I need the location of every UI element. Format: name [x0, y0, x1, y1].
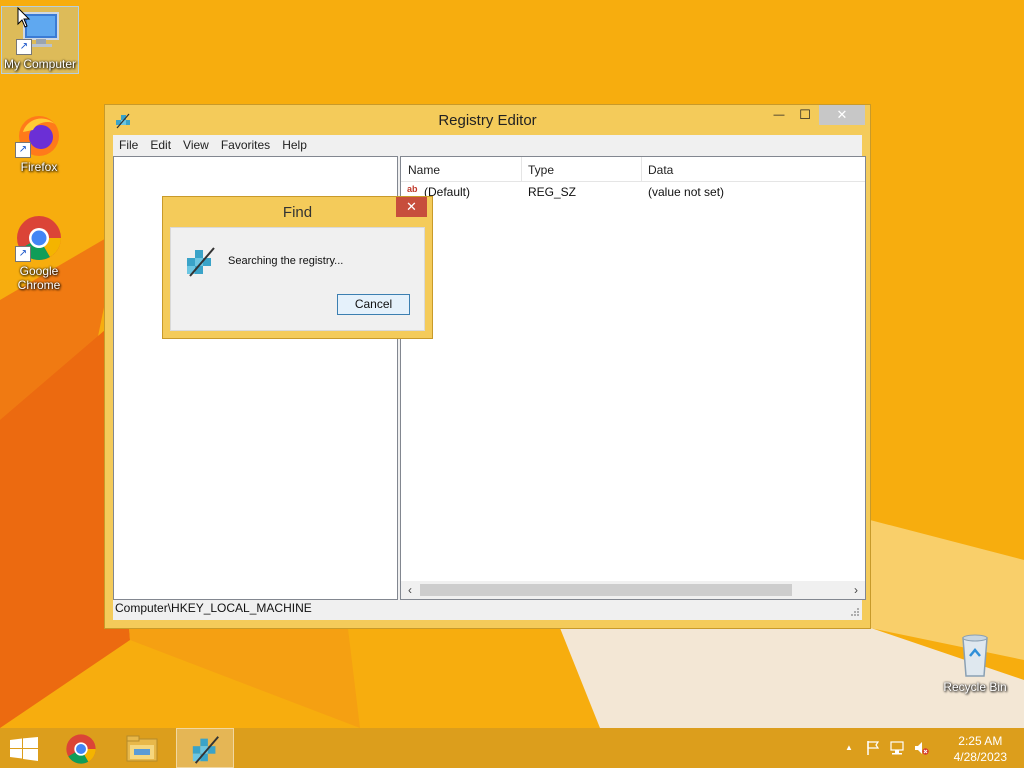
chrome-icon — [66, 734, 96, 764]
value-type: REG_SZ — [528, 185, 577, 199]
menu-favorites[interactable]: Favorites — [215, 135, 276, 152]
desktop-icon-label: Recycle Bin — [943, 680, 1007, 694]
title-bar[interactable]: Registry Editor — ☐ ✕ — [105, 105, 870, 135]
network-icon[interactable] — [889, 740, 905, 756]
column-header-type[interactable]: Type — [528, 163, 554, 177]
taskbar-file-explorer[interactable] — [113, 728, 171, 768]
registry-search-icon — [184, 244, 218, 278]
status-path: Computer\HKEY_LOCAL_MACHINE — [115, 601, 312, 615]
shortcut-arrow-icon: ↗ — [15, 246, 31, 262]
dialog-close-button[interactable]: ✕ — [396, 197, 427, 217]
list-header: Name Type Data — [401, 157, 865, 182]
menu-bar: File Edit View Favorites Help — [113, 135, 862, 155]
start-button[interactable] — [0, 728, 58, 768]
maximize-button[interactable]: ☐ — [792, 105, 818, 125]
shortcut-arrow-icon: ↗ — [15, 142, 31, 158]
menu-help[interactable]: Help — [276, 135, 313, 152]
find-dialog: Find ✕ Searching the registry... Cancel — [162, 196, 433, 339]
menu-view[interactable]: View — [177, 135, 215, 152]
minimize-button[interactable]: — — [766, 105, 792, 125]
column-header-data[interactable]: Data — [648, 163, 673, 177]
taskbar: ▲ 2:25 AM 4/28/2023 — [0, 728, 1024, 768]
action-center-flag-icon[interactable] — [865, 740, 881, 756]
registry-values-pane[interactable]: Name Type Data ab (Default) REG_SZ (valu… — [400, 156, 866, 600]
taskbar-clock[interactable]: 2:25 AM 4/28/2023 — [954, 733, 1007, 765]
mouse-cursor-icon — [17, 7, 31, 28]
chrome-icon: ↗ — [15, 214, 63, 262]
clock-time: 2:25 AM — [958, 734, 1003, 748]
status-bar: Computer\HKEY_LOCAL_MACHINE — [113, 596, 862, 620]
recycle-bin-icon — [951, 630, 999, 678]
desktop-icon-recycle-bin[interactable]: Recycle Bin — [937, 630, 1013, 694]
window-title: Registry Editor — [438, 112, 537, 129]
desktop-icon-firefox[interactable]: ↗ Firefox — [1, 110, 77, 174]
dialog-body: Searching the registry... Cancel — [170, 227, 425, 331]
scrollbar-thumb[interactable] — [420, 584, 792, 596]
column-separator[interactable] — [641, 157, 642, 181]
desktop-icon-label: Google Chrome — [17, 264, 61, 292]
registry-editor-window: Registry Editor — ☐ ✕ File Edit View Favori… — [104, 104, 871, 629]
column-separator[interactable] — [521, 157, 522, 181]
dialog-message: Searching the registry... — [228, 255, 344, 267]
firefox-icon: ↗ — [15, 110, 63, 158]
column-header-name[interactable]: Name — [408, 163, 440, 177]
system-tray: ▲ 2:25 AM 4/28/2023 — [824, 728, 1024, 768]
taskbar-registry-editor[interactable] — [176, 728, 234, 768]
value-data: (value not set) — [648, 185, 725, 199]
windows-logo-icon — [10, 737, 38, 761]
show-hidden-icons-icon[interactable]: ▲ — [841, 740, 857, 756]
resize-grip-icon[interactable] — [850, 607, 860, 617]
shortcut-arrow-icon: ↗ — [16, 39, 32, 55]
dialog-title[interactable]: Find — [163, 204, 432, 221]
volume-muted-icon[interactable] — [913, 740, 929, 756]
desktop-icon-label: Firefox — [20, 160, 58, 174]
desktop-icon-label: My Computer — [3, 57, 77, 71]
menu-edit[interactable]: Edit — [144, 135, 177, 152]
desktop-icon-google-chrome[interactable]: ↗ Google Chrome — [1, 214, 77, 292]
close-button[interactable]: ✕ — [819, 105, 865, 125]
registry-editor-icon — [192, 736, 219, 764]
desktop-icon-my-computer[interactable]: ↗ My Computer — [1, 6, 79, 74]
menu-file[interactable]: File — [113, 135, 144, 152]
taskbar-chrome[interactable] — [52, 728, 110, 768]
folder-icon — [126, 735, 158, 762]
clock-date: 4/28/2023 — [953, 750, 1007, 764]
cancel-button[interactable]: Cancel — [337, 294, 410, 315]
list-item[interactable]: ab (Default) REG_SZ (value not set) — [401, 182, 865, 202]
